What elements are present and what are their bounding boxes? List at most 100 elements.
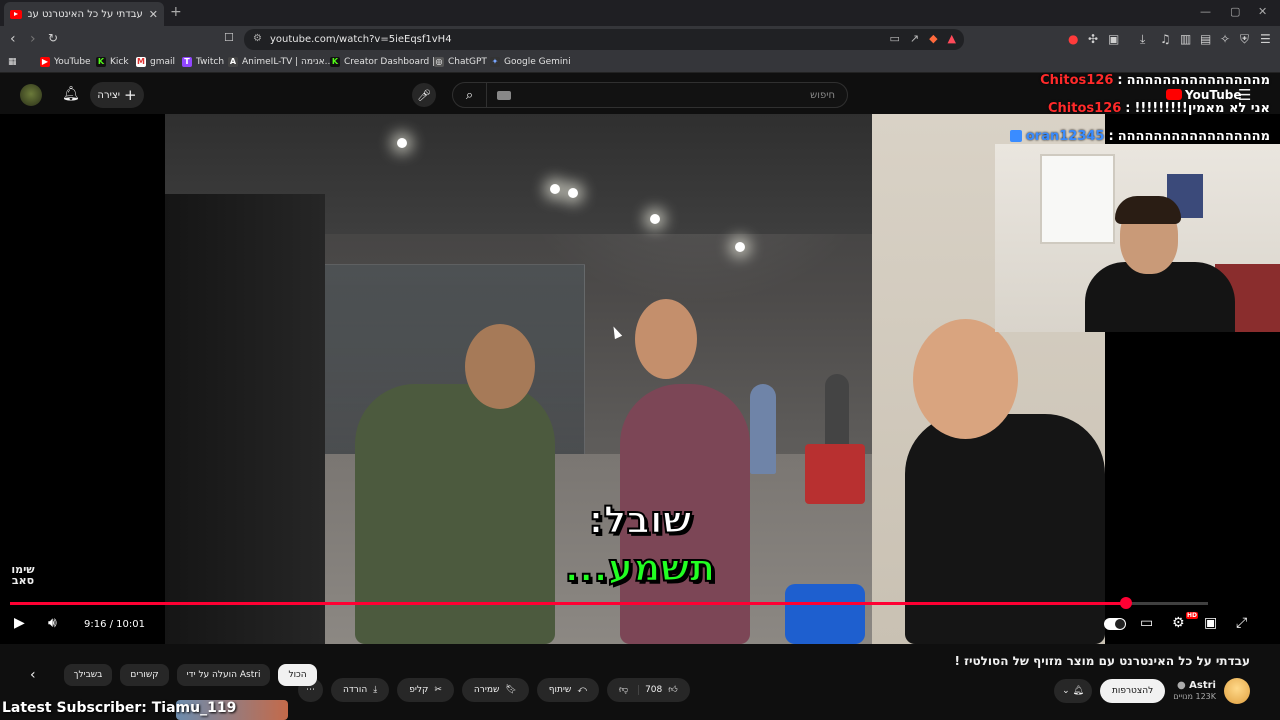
extension-icon[interactable]: ✣ bbox=[1088, 32, 1098, 46]
reload-icon[interactable]: ↻ bbox=[48, 31, 58, 45]
leo-ai-icon[interactable]: ✧ bbox=[1220, 32, 1230, 46]
video-person-head bbox=[635, 299, 697, 379]
video-subtitle: שובל: תשמע... bbox=[500, 496, 780, 592]
video-scene-light bbox=[550, 184, 560, 194]
address-bar[interactable]: ⚙ youtube.com/watch?v=5ieEqsf1vH4 ▭ ↗ ◆ … bbox=[244, 29, 964, 50]
chat-message-text: אני לא מאמין!!!!!!!!! bbox=[1134, 100, 1271, 116]
bookmark-animeil[interactable]: A AnimeIL-TV | אנימה... bbox=[228, 57, 333, 67]
record-extension-icon[interactable]: ● bbox=[1068, 32, 1078, 46]
sidebar-icon[interactable]: ▥ bbox=[1180, 32, 1191, 46]
chat-message-text: מההההההההההההההה bbox=[1126, 72, 1270, 88]
chip-related[interactable]: קשורים bbox=[120, 664, 169, 686]
video-scene-light bbox=[650, 214, 660, 224]
webcam-streamer-shirt bbox=[1085, 262, 1235, 332]
browser-tab[interactable]: עבדתי על כל האינטרנט עם מוצר ✕ bbox=[4, 2, 164, 26]
youtube-favicon-icon bbox=[10, 9, 22, 19]
autoplay-toggle[interactable] bbox=[1104, 618, 1126, 630]
bookmark-creator-dashboard[interactable]: K Creator Dashboard |... bbox=[330, 57, 444, 67]
plus-icon: + bbox=[124, 86, 137, 104]
progress-scrubber[interactable] bbox=[1120, 597, 1133, 609]
extension2-icon[interactable]: ▣ bbox=[1108, 32, 1119, 46]
subtitles-icon[interactable]: ▭ bbox=[1140, 615, 1153, 631]
like-dislike-button[interactable]: 👍︎ 708 👎︎ bbox=[606, 678, 690, 702]
player-controls: ▶ 🔊︎ 9:16 / 10:01 ▭ ⚙ HD ▣ ⤢ bbox=[0, 610, 1280, 640]
streamer-webcam bbox=[995, 144, 1280, 332]
site-info-icon[interactable]: ⚙ bbox=[253, 33, 262, 44]
like-icon[interactable]: 👍︎ bbox=[668, 685, 677, 695]
downloads-icon[interactable]: ⤓ bbox=[1140, 32, 1145, 47]
channel-name[interactable]: Astri ● bbox=[1173, 680, 1216, 692]
channel-watermark: שימו סאב bbox=[11, 563, 35, 587]
join-button[interactable]: להצטרפות bbox=[1099, 679, 1166, 703]
new-tab-icon[interactable]: + bbox=[170, 4, 182, 20]
chat-username: Chitos126 bbox=[1040, 72, 1114, 88]
webcam-streamer-hair bbox=[1115, 196, 1181, 224]
subtitle-line-1: שובל: bbox=[587, 497, 692, 543]
search-input[interactable]: ⌕ חיפוש bbox=[452, 82, 848, 108]
youtube-logo[interactable]: YouTube bbox=[1166, 88, 1242, 102]
rewards-icon[interactable]: ▲ bbox=[948, 32, 956, 45]
close-window-icon[interactable]: ✕ bbox=[1258, 5, 1267, 18]
share-icon[interactable]: ↗ bbox=[910, 32, 919, 45]
subtitle-line-2: תשמע... bbox=[564, 545, 717, 591]
forward-icon[interactable]: › bbox=[30, 31, 36, 47]
download-icon: ⤓ bbox=[373, 685, 378, 695]
chip-all[interactable]: הכול bbox=[278, 664, 317, 686]
settings-gear-icon[interactable]: ⚙ bbox=[1172, 615, 1185, 631]
bookmark-twitch[interactable]: T Twitch bbox=[182, 57, 224, 67]
video-person-head bbox=[465, 324, 535, 409]
cast-icon[interactable]: ▭ bbox=[889, 32, 899, 45]
maximize-icon[interactable]: ▢ bbox=[1230, 5, 1240, 18]
channel-info: Astri ● 123K מנויים bbox=[1173, 680, 1216, 702]
share-button[interactable]: ⤺ שיתוף bbox=[536, 678, 599, 702]
chat-username: Chitos126 bbox=[1048, 100, 1122, 116]
voice-search-icon[interactable]: 🎤︎ bbox=[412, 83, 436, 107]
wallet-icon[interactable]: ▤ bbox=[1200, 32, 1211, 46]
download-button[interactable]: ⤓ הורדה bbox=[331, 678, 390, 702]
bookmark-kick[interactable]: K Kick bbox=[96, 57, 129, 67]
latest-subscriber-overlay: Latest Subscriber: Tiamu_119 bbox=[2, 700, 237, 716]
chip-uploaded-by[interactable]: הועלה על ידי Astri bbox=[176, 664, 271, 686]
time-display: 9:16 / 10:01 bbox=[74, 614, 156, 636]
related-chips: ‹ בשבילך קשורים הועלה על ידי Astri הכול bbox=[30, 664, 317, 686]
close-tab-icon[interactable]: ✕ bbox=[149, 8, 158, 21]
dislike-icon[interactable]: 👎︎ bbox=[619, 685, 640, 695]
browser-menu-icon[interactable]: ☰ bbox=[1260, 32, 1271, 46]
verified-icon: ● bbox=[1176, 680, 1186, 691]
vpn-icon[interactable]: ⛨ bbox=[1240, 32, 1249, 47]
video-scene-light bbox=[568, 188, 578, 198]
chip-for-you[interactable]: בשבילך bbox=[63, 664, 113, 686]
create-button[interactable]: יצירה + bbox=[90, 82, 144, 108]
video-player[interactable]: שובל: תשמע... שימו סאב ▶ 🔊︎ 9:16 / 10:01… bbox=[0, 114, 1280, 644]
notifications-bell-icon[interactable]: 🔔︎ bbox=[62, 86, 80, 102]
channel-avatar[interactable] bbox=[1224, 678, 1250, 704]
bookmark-icon[interactable]: ☐ bbox=[224, 31, 234, 44]
minimize-icon[interactable]: — bbox=[1200, 5, 1211, 18]
save-button[interactable]: 🔖︎ שמירה bbox=[461, 678, 529, 702]
user-avatar[interactable] bbox=[20, 84, 42, 106]
webcam-window bbox=[1040, 154, 1115, 244]
bookmark-gmail[interactable]: Mgmail bbox=[136, 57, 175, 67]
bookmark-gemini[interactable]: ✦ Google Gemini bbox=[490, 57, 571, 67]
chips-scroll-left-icon[interactable]: ‹ bbox=[30, 667, 36, 683]
fullscreen-icon[interactable]: ⤢ bbox=[1236, 615, 1247, 631]
notification-settings-button[interactable]: 🔔︎ ⌄ bbox=[1054, 679, 1092, 703]
bookmark-chatgpt[interactable]: ◎ ChatGPT bbox=[434, 57, 487, 67]
back-icon[interactable]: ‹ bbox=[10, 31, 16, 47]
chat-username: oran12345 bbox=[1025, 128, 1105, 144]
play-icon[interactable]: ▶ bbox=[14, 615, 25, 631]
scissors-icon: ✂ bbox=[434, 685, 442, 695]
progress-bar[interactable] bbox=[10, 597, 1208, 609]
media-icon[interactable]: ♫ bbox=[1160, 32, 1171, 46]
search-icon[interactable]: ⌕ bbox=[453, 83, 487, 107]
brave-shield-icon[interactable]: ◆ bbox=[929, 32, 937, 45]
chat-message: מהההההההההההההההה : oran12345 bbox=[990, 122, 1270, 150]
bookmark-youtube[interactable]: ▶ YouTube bbox=[40, 57, 91, 67]
miniplayer-icon[interactable]: ▣ bbox=[1204, 615, 1217, 631]
keyboard-icon[interactable] bbox=[497, 90, 511, 100]
video-person-head bbox=[913, 319, 1018, 439]
apps-icon[interactable]: ▦ bbox=[8, 57, 17, 67]
volume-icon[interactable]: 🔊︎ bbox=[48, 615, 57, 631]
clip-button[interactable]: ✂ קליפ bbox=[397, 678, 454, 702]
stream-chat-overlay: מההההההההההההההה : Chitos126 אני לא מאמי… bbox=[990, 66, 1270, 150]
